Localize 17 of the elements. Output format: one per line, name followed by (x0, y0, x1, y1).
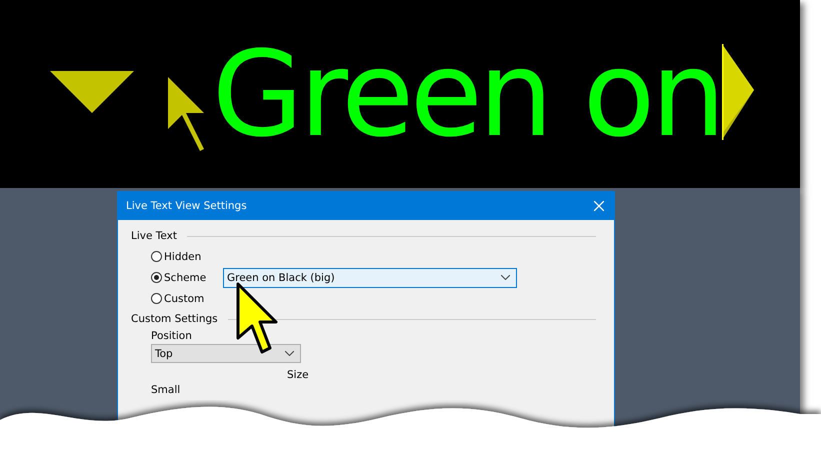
window-title: Live Text View Settings (126, 200, 247, 212)
preview-text: Green on (212, 35, 722, 153)
down-triangle-icon (50, 71, 134, 113)
field-label: Size (287, 368, 309, 383)
position-dropdown[interactable]: Top (151, 344, 301, 363)
radio-option[interactable]: Scheme (151, 272, 223, 284)
chevron-icon (501, 275, 510, 280)
cursor-icon (236, 282, 280, 354)
radio-option[interactable]: Custom (151, 292, 223, 304)
close-icon[interactable] (594, 201, 604, 211)
slider-min-label: Small (151, 383, 180, 398)
field-label: Position (151, 329, 192, 344)
group-heading: Live Text (131, 230, 178, 242)
group-heading: Custom Settings (131, 313, 218, 325)
chevron-icon (285, 351, 294, 356)
radio-option[interactable]: Hidden (151, 250, 223, 262)
scheme-dropdown[interactable]: Green on Black (big) (223, 268, 517, 288)
